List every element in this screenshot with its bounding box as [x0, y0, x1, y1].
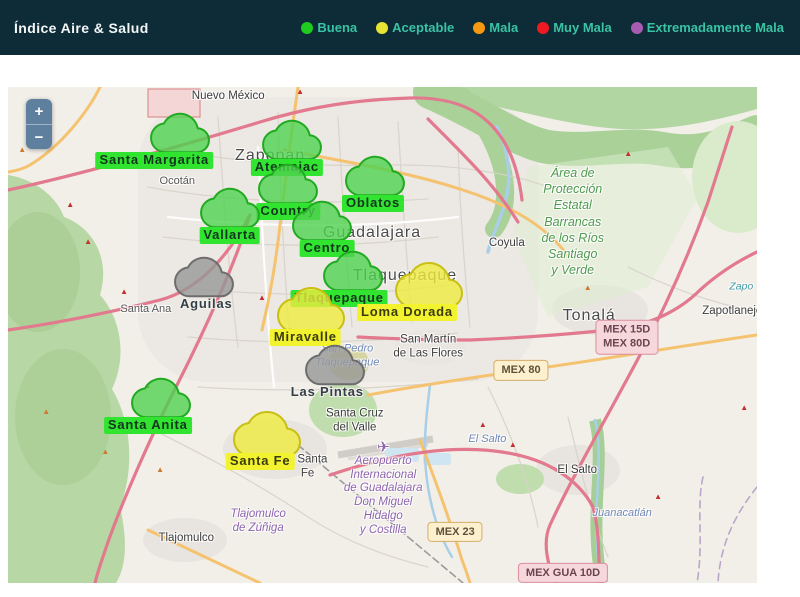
legend-label: Extremadamente Mala [647, 20, 784, 35]
station-cloud-icon [293, 200, 351, 241]
air-quality-legend: Buena Aceptable Mala Muy Mala Extremadamente… [301, 20, 784, 35]
station-cloud-icon [306, 344, 364, 385]
legend-dot-icon [301, 22, 313, 34]
station-cloud-icon [234, 411, 300, 458]
legend-dot-icon [537, 22, 549, 34]
station-label: Santa Margarita [95, 152, 213, 169]
station-label: Santa Anita [104, 417, 192, 434]
station-label: Loma Dorada [357, 304, 457, 321]
station-label: Las Pintas [291, 384, 364, 401]
legend-item: Muy Mala [537, 20, 612, 35]
station-cloud-icon [396, 261, 462, 308]
station-cloud-icon [346, 155, 404, 196]
map[interactable]: ▲▲▲▲▲▲▲▲▲▲▲▲▲▲▲▲▲ Nuevo MéxicoZapopanOco… [8, 87, 757, 583]
zoom-out-button[interactable]: − [26, 124, 52, 149]
zoom-in-button[interactable]: + [26, 99, 52, 124]
legend-dot-icon [473, 22, 485, 34]
app-title: Índice Aire & Salud [14, 20, 149, 36]
station-cloud-icon [278, 287, 344, 334]
legend-item: Mala [473, 20, 518, 35]
station-cloud-icon [201, 188, 259, 229]
station-label: Aguilas [180, 296, 233, 313]
station-label: Oblatos [342, 195, 404, 212]
legend-item: Aceptable [376, 20, 454, 35]
map-zoom-control: + − [26, 99, 52, 149]
station-cloud-icon [151, 113, 209, 154]
legend-dot-icon [376, 22, 388, 34]
station-label: Vallarta [199, 227, 260, 244]
legend-item: Extremadamente Mala [631, 20, 784, 35]
legend-label: Aceptable [392, 20, 454, 35]
station-cloud-icon [132, 377, 190, 418]
app-header: Índice Aire & Salud Buena Aceptable Mala Mu… [0, 0, 800, 55]
legend-label: Mala [489, 20, 518, 35]
station-cloud-icon [259, 164, 317, 205]
legend-item: Buena [301, 20, 357, 35]
station-cloud-icon [263, 120, 321, 161]
station-cloud-icon [324, 251, 382, 292]
legend-dot-icon [631, 22, 643, 34]
legend-label: Buena [317, 20, 357, 35]
station-label: Santa Fe [226, 453, 295, 470]
legend-label: Muy Mala [553, 20, 612, 35]
station-cloud-icon [175, 256, 233, 297]
